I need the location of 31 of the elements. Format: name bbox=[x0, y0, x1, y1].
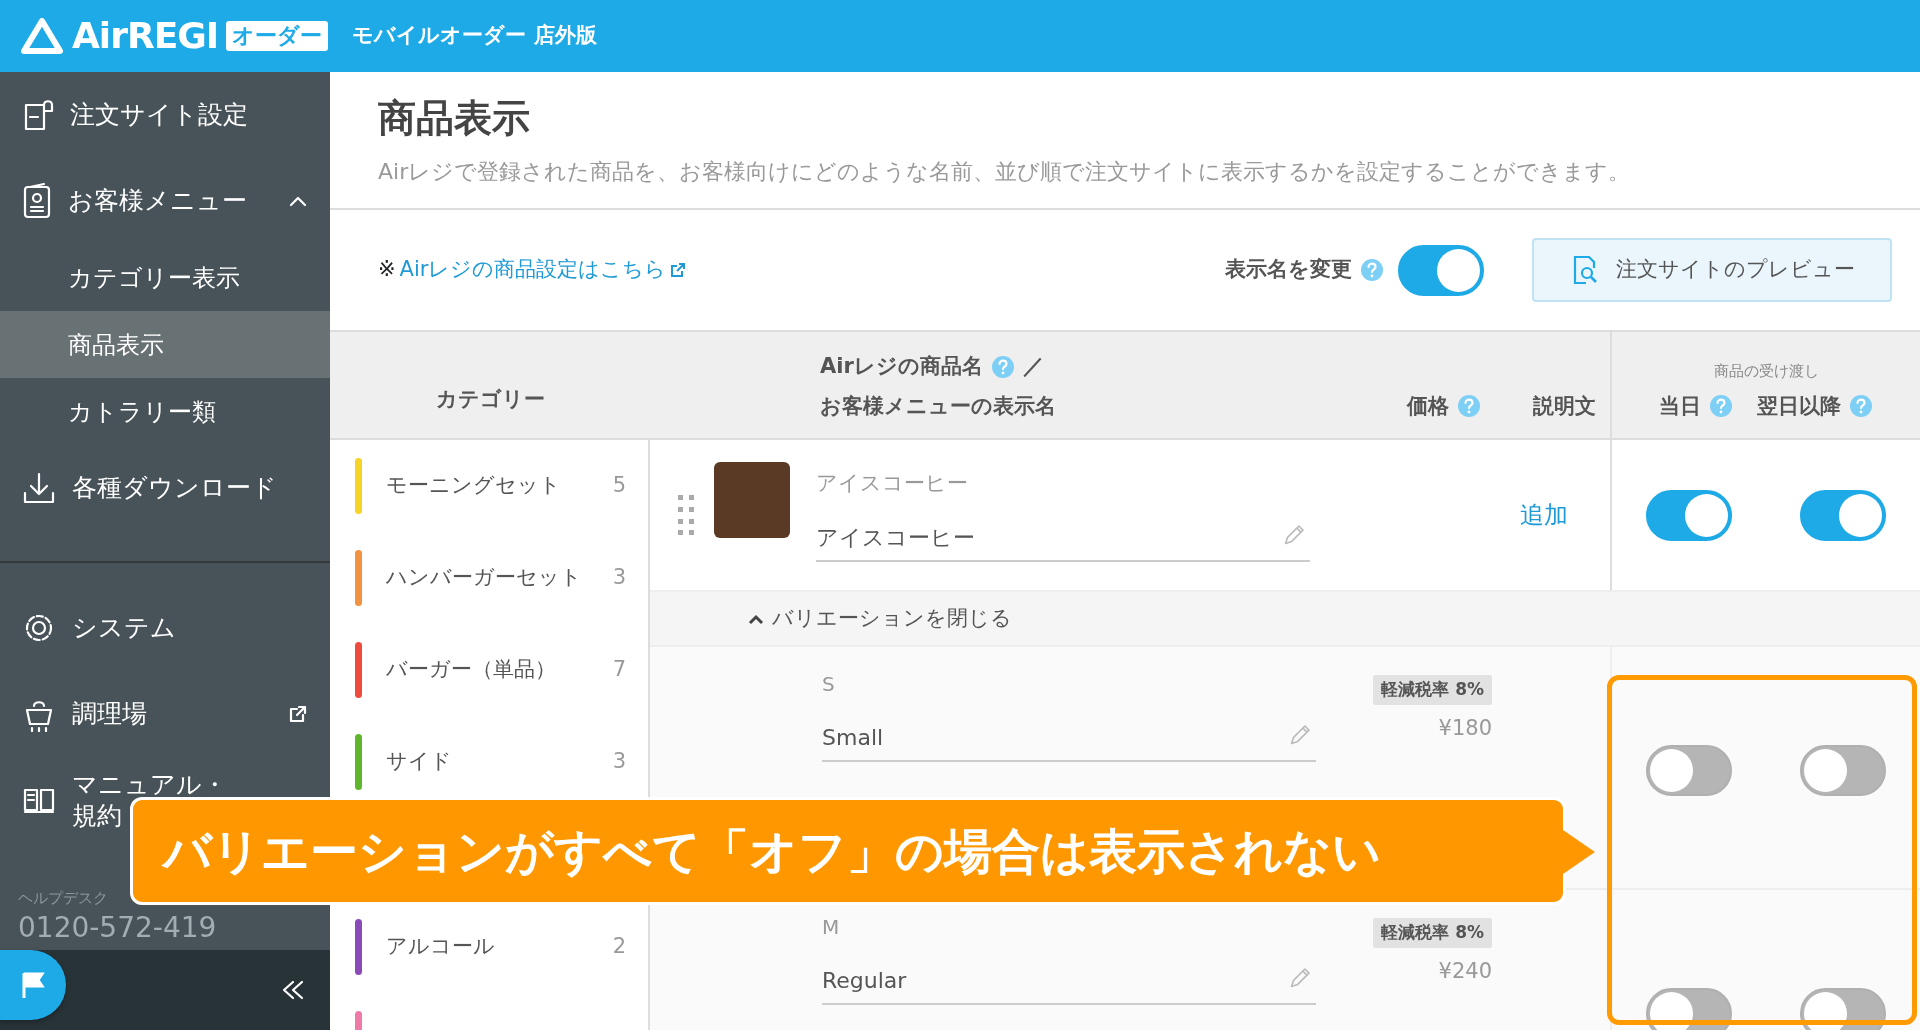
category-count: 5 bbox=[612, 472, 626, 500]
note-mark: ※ bbox=[378, 256, 396, 284]
column-header: Airレジの商品名 bbox=[820, 353, 983, 380]
variation-label: M bbox=[822, 914, 841, 941]
page-description: Airレジで登録された商品を、お客様向けにどのような名前、並び順で注文サイトに表示するかを設定することができます。 bbox=[378, 158, 1632, 186]
column-header: 価格 bbox=[1407, 392, 1449, 420]
column-header: 当日 bbox=[1659, 392, 1701, 420]
original-name: アイスコーヒー bbox=[816, 469, 969, 497]
column-group-header: 商品の受け渡し bbox=[1713, 361, 1819, 382]
callout-tooltip: バリエーションがすべて「オフ」の場合は表示されない bbox=[130, 797, 1566, 905]
price-text: ¥240 bbox=[1438, 957, 1492, 985]
category-count: 2 bbox=[612, 933, 626, 961]
variation-label: S bbox=[822, 671, 836, 698]
logo-text: AirREGI bbox=[72, 14, 219, 58]
rename-label: 表示名を変更 bbox=[1225, 256, 1352, 284]
column-header: お客様メニューの表示名 bbox=[820, 392, 1056, 420]
column-header: 説明文 bbox=[1533, 392, 1596, 420]
helpdesk-label: ヘルプデスク bbox=[17, 888, 109, 909]
column-header: 翌日以降 bbox=[1757, 392, 1841, 420]
helpdesk-phone: 0120-572-419 bbox=[17, 913, 218, 942]
column-header: カテゴリー bbox=[435, 386, 545, 414]
category-count: 3 bbox=[612, 564, 626, 592]
tax-rate-badge: 軽減税率 8% bbox=[1373, 675, 1492, 705]
tax-rate-badge: 軽減税率 8% bbox=[1373, 918, 1492, 948]
logo-badge: オーダー bbox=[226, 21, 329, 51]
category-count: 7 bbox=[612, 656, 626, 684]
page-title: 商品表示 bbox=[378, 95, 531, 142]
separator-text: ／ bbox=[1022, 353, 1044, 380]
product-name: モバイルオーダー 店外版 bbox=[352, 22, 597, 50]
category-count: 3 bbox=[612, 748, 626, 776]
price-text: ¥180 bbox=[1438, 714, 1492, 742]
